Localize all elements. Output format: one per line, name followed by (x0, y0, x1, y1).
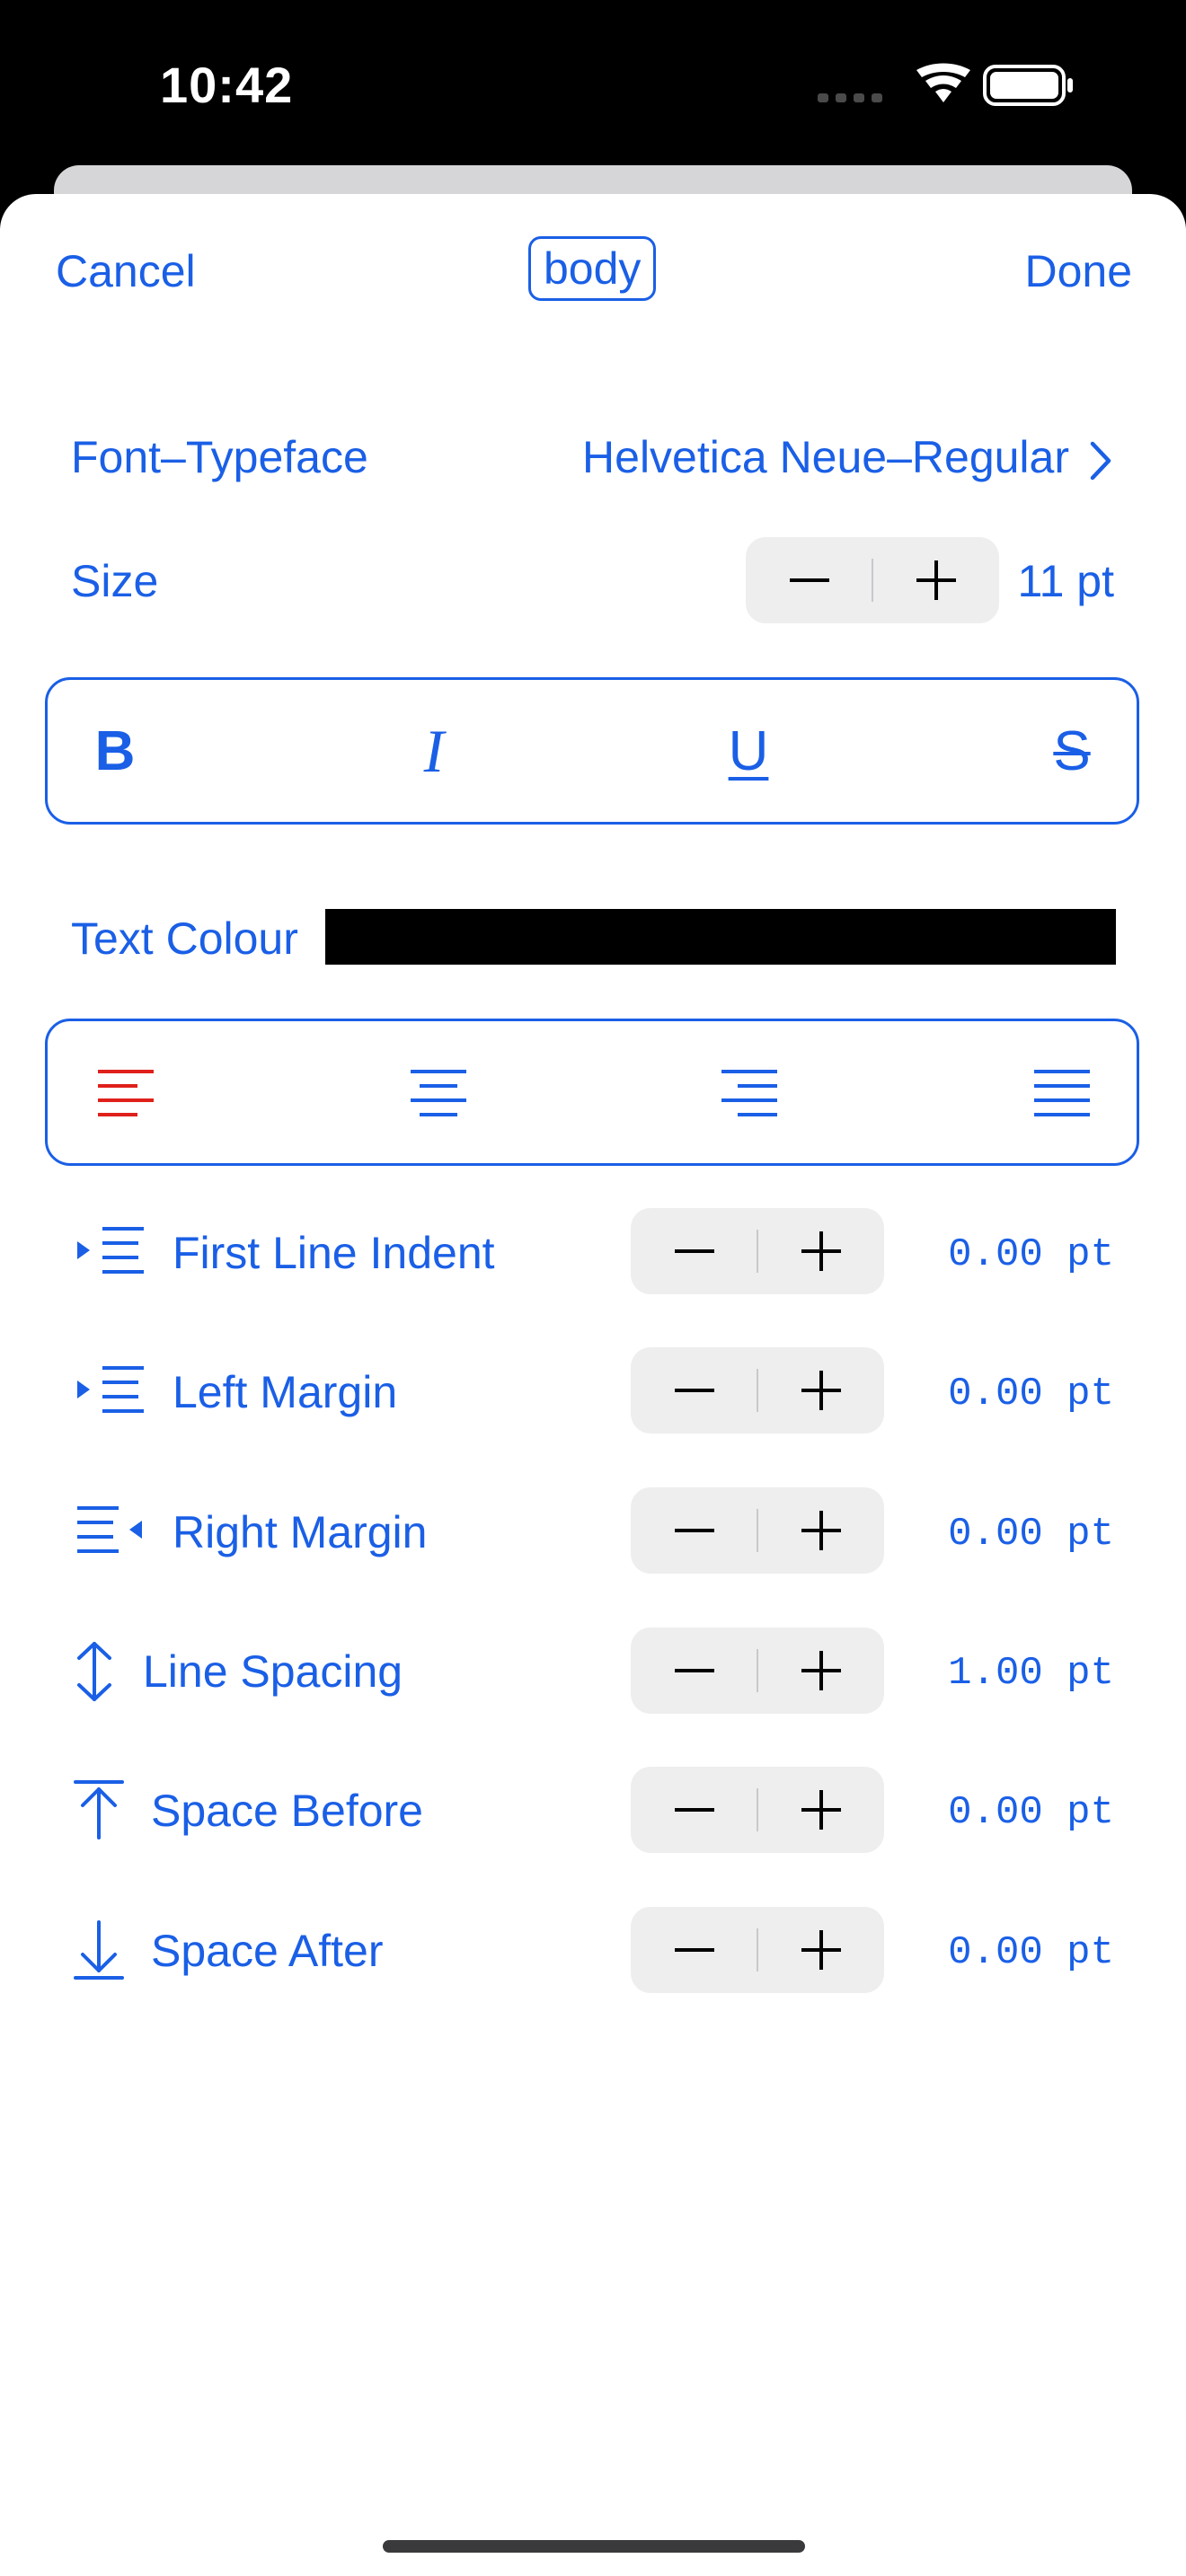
plus-icon (801, 1651, 841, 1690)
size-label: Size (71, 556, 159, 606)
minus-icon (789, 578, 829, 582)
size-stepper (746, 537, 999, 623)
cancel-button[interactable]: Cancel (56, 249, 196, 294)
first-line-indent-label: First Line Indent (173, 1228, 495, 1278)
left-margin-value: 0.00 pt (948, 1372, 1114, 1416)
space-after-increment-button[interactable] (757, 1907, 884, 1993)
font-value: Helvetica Neue–Regular (582, 432, 1069, 482)
done-button[interactable]: Done (1024, 249, 1132, 294)
left-margin-increment-button[interactable] (757, 1347, 884, 1434)
minus-icon (674, 1389, 714, 1392)
space-before-icon (74, 1780, 124, 1839)
right-margin-decrement-button[interactable] (631, 1487, 757, 1574)
plus-icon (801, 1231, 841, 1271)
plus-icon (916, 560, 956, 600)
first-line-indent-stepper (631, 1208, 884, 1294)
right-margin-value: 0.00 pt (948, 1512, 1114, 1557)
line-spacing-stepper (631, 1628, 884, 1714)
bold-button[interactable]: B (84, 680, 146, 822)
text-colour-swatch[interactable] (325, 909, 1116, 965)
line-spacing-icon (77, 1642, 111, 1701)
space-after-value: 0.00 pt (948, 1930, 1114, 1975)
line-spacing-increment-button[interactable] (757, 1628, 884, 1714)
space-before-decrement-button[interactable] (631, 1767, 757, 1853)
plus-icon (801, 1371, 841, 1410)
right-margin-stepper (631, 1487, 884, 1574)
align-left-icon[interactable] (94, 1066, 157, 1120)
minus-icon (674, 1529, 714, 1532)
alignment-group (45, 1019, 1139, 1166)
space-before-increment-button[interactable] (757, 1767, 884, 1853)
minus-icon (674, 1669, 714, 1672)
minus-icon (674, 1808, 714, 1812)
left-margin-stepper (631, 1347, 884, 1434)
left-margin-label: Left Margin (173, 1367, 398, 1417)
italic-button[interactable]: I (398, 680, 470, 822)
first-line-indent-icon (77, 1227, 144, 1274)
minus-icon (674, 1249, 714, 1253)
right-margin-label: Right Margin (173, 1507, 428, 1557)
align-center-icon[interactable] (407, 1066, 470, 1120)
style-name-badge[interactable]: body (528, 236, 657, 301)
space-after-decrement-button[interactable] (631, 1907, 757, 1993)
font-picker-row[interactable]: Helvetica Neue–Regular (557, 422, 1123, 494)
status-time: 10:42 (160, 57, 294, 113)
align-justify-icon[interactable] (1031, 1066, 1093, 1120)
text-format-group: B I U S (45, 677, 1139, 825)
status-icons (818, 63, 1073, 106)
line-spacing-decrement-button[interactable] (631, 1628, 757, 1714)
plus-icon (801, 1790, 841, 1830)
cellular-signal-icon (818, 93, 882, 102)
first-line-indent-value: 0.00 pt (948, 1232, 1114, 1277)
plus-icon (801, 1930, 841, 1970)
size-decrement-button[interactable] (746, 537, 872, 623)
right-margin-icon (77, 1506, 142, 1553)
strikethrough-button[interactable]: S (1036, 680, 1108, 822)
left-margin-icon (77, 1366, 144, 1413)
line-spacing-label: Line Spacing (143, 1646, 403, 1697)
right-margin-increment-button[interactable] (757, 1487, 884, 1574)
wifi-icon (916, 63, 970, 102)
battery-icon (983, 65, 1073, 106)
space-before-value: 0.00 pt (948, 1790, 1114, 1835)
plus-icon (801, 1511, 841, 1550)
space-after-stepper (631, 1907, 884, 1993)
space-after-label: Space After (151, 1926, 384, 1976)
chevron-right-icon (1090, 441, 1111, 481)
first-line-indent-increment-button[interactable] (757, 1208, 884, 1294)
line-spacing-value: 1.00 pt (948, 1651, 1114, 1696)
status-bar: 10:42 (0, 0, 1186, 180)
first-line-indent-decrement-button[interactable] (631, 1208, 757, 1294)
minus-icon (674, 1948, 714, 1952)
home-indicator[interactable] (383, 2540, 805, 2553)
font-label: Font–Typeface (71, 432, 368, 482)
size-increment-button[interactable] (872, 537, 999, 623)
space-after-icon (74, 1920, 124, 1980)
size-value: 11 pt (1017, 556, 1115, 606)
underline-button[interactable]: U (712, 680, 784, 822)
space-before-stepper (631, 1767, 884, 1853)
space-before-label: Space Before (151, 1786, 423, 1836)
left-margin-decrement-button[interactable] (631, 1347, 757, 1434)
align-right-icon[interactable] (718, 1066, 781, 1120)
text-colour-label: Text Colour (71, 913, 298, 964)
